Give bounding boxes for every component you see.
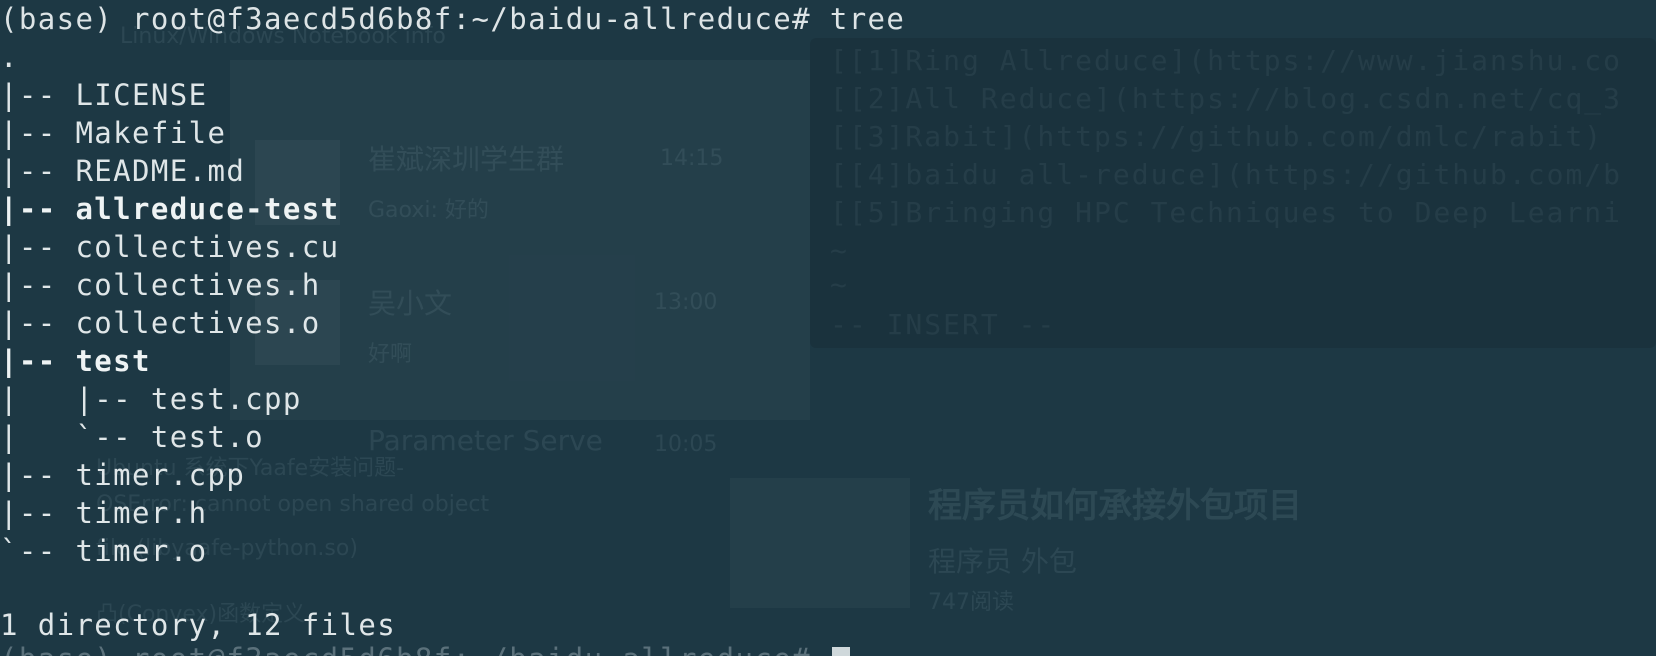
tree-line: |-- LICENSE	[0, 78, 208, 112]
tree-line: .	[0, 40, 19, 74]
background-chat-name: 崔斌深圳学生群	[368, 143, 565, 176]
background-chat-time: 14:15	[660, 146, 724, 171]
background-chat-time: 13:00	[654, 290, 718, 315]
tree-line: |-- README.md	[0, 154, 246, 188]
background-editor-window	[810, 38, 1656, 348]
tree-line: |-- timer.cpp	[0, 458, 246, 492]
background-chat-time: 10:05	[654, 432, 718, 457]
command-text: tree	[829, 2, 906, 36]
tree-line: | |-- test.cpp	[0, 382, 302, 416]
tree-line: |-- collectives.h	[0, 268, 321, 302]
background-editor-line: ~	[830, 234, 849, 267]
tree-line-directory: |-- allreduce-test	[0, 192, 340, 226]
tree-summary: 1 directory, 12 files	[0, 608, 397, 642]
terminal-window[interactable]: Linux/Windows Notebook info [[1]Ring All…	[0, 0, 1656, 656]
background-editor-line: [[1]Ring Allreduce](https://www.jianshu.…	[830, 44, 1623, 77]
final-prompt-line[interactable]: (base) root@f3aecd5d6b8f:~/baidu-allredu…	[0, 640, 850, 656]
background-promo-reads: 747阅读	[928, 590, 1014, 615]
tree-line: | `-- test.o	[0, 420, 265, 454]
tree-line: `-- timer.o	[0, 534, 208, 568]
background-editor-status: -- INSERT --	[830, 308, 1057, 341]
shell-prompt: (base) root@f3aecd5d6b8f:~/baidu-allredu…	[0, 2, 830, 36]
background-chat-name: Parameter Serve	[368, 424, 603, 457]
background-editor-line: [[3]Rabit](https://github.com/dmlc/rabit…	[830, 120, 1604, 153]
tree-line-directory: |-- test	[0, 344, 151, 378]
background-promo-thumbnail	[730, 478, 910, 608]
background-promo-tags: 程序员 外包	[928, 545, 1077, 578]
background-promo-title: 程序员如何承接外包项目	[928, 486, 1302, 526]
command-line: (base) root@f3aecd5d6b8f:~/baidu-allredu…	[0, 0, 905, 38]
shell-prompt: (base) root@f3aecd5d6b8f:~/baidu-allredu…	[0, 642, 830, 656]
background-chat-name: 吴小文	[368, 287, 453, 320]
tree-line: |-- collectives.cu	[0, 230, 340, 264]
tree-line: |-- Makefile	[0, 116, 227, 150]
background-chat-preview: Gaoxi: 好的	[368, 198, 489, 223]
background-editor-line: [[2]All Reduce](https://blog.csdn.net/cq…	[830, 82, 1623, 115]
background-editor-line: [[5]Bringing HPC Techniques to Deep Lear…	[830, 196, 1623, 229]
background-editor-line: ~	[830, 268, 849, 301]
tree-line: |-- collectives.o	[0, 306, 321, 340]
background-editor-line: [[4]baidu all-reduce](https://github.com…	[830, 158, 1623, 191]
tree-line: |-- timer.h	[0, 496, 208, 530]
background-chat-preview: 好啊	[368, 342, 413, 367]
text-cursor	[831, 647, 850, 656]
